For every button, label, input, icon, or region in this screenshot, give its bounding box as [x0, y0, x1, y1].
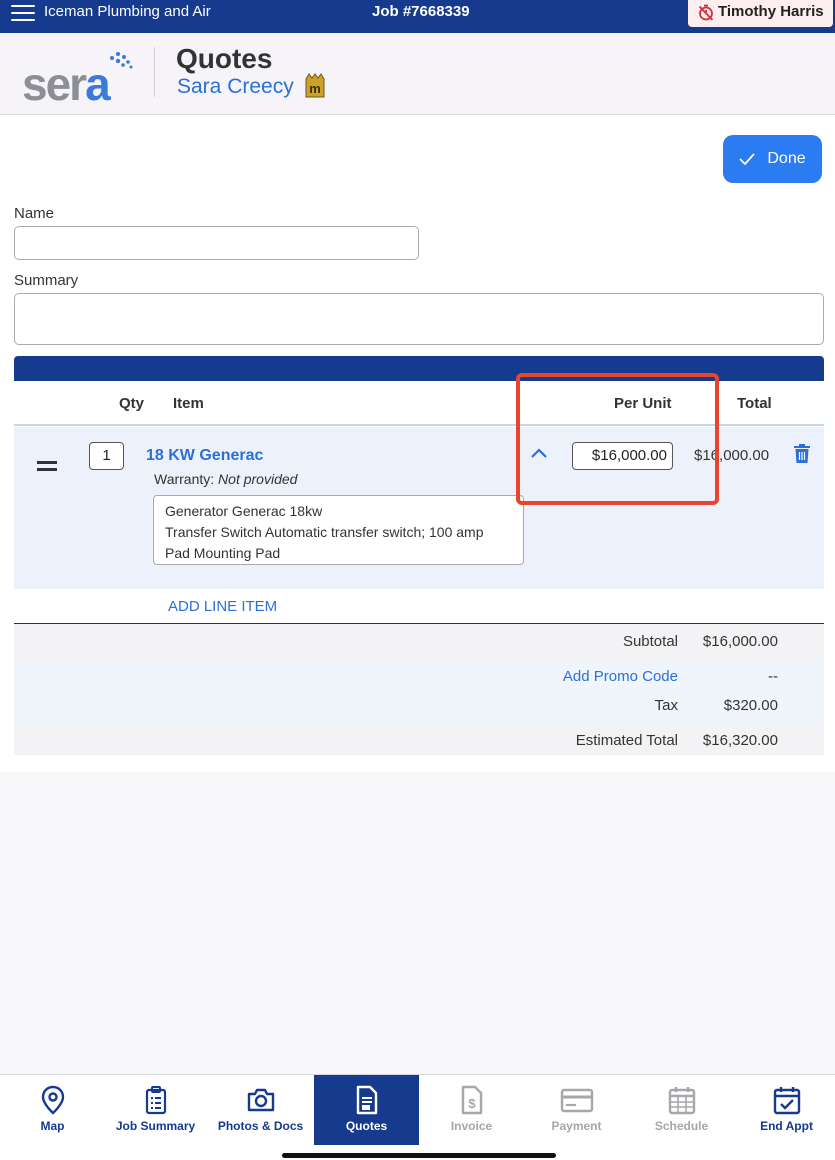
add-line-item-button[interactable]: ADD LINE ITEM	[168, 598, 277, 615]
nav-label: Job Summary	[115, 1119, 196, 1133]
estimated-total-value: $16,320.00	[702, 732, 778, 749]
description-line: Pad Mounting Pad	[165, 545, 281, 561]
bottom-nav: Map Job Summary Photos & Docs Quotes $ I…	[0, 1074, 835, 1160]
nav-quotes[interactable]: Quotes	[314, 1075, 419, 1145]
user-badge[interactable]: Timothy Harris	[688, 0, 833, 27]
logo-dots-icon	[110, 52, 133, 69]
table-row: 1 18 KW Generac Warranty: Not provided G…	[14, 427, 824, 589]
home-indicator	[282, 1153, 556, 1158]
company-name: Iceman Plumbing and Air	[44, 3, 211, 20]
nav-schedule[interactable]: Schedule	[629, 1075, 734, 1145]
nav-label: Photos & Docs	[217, 1119, 304, 1133]
warranty-value: Not provided	[218, 471, 298, 487]
column-per-unit: Per Unit	[614, 395, 672, 412]
name-label: Name	[14, 205, 55, 222]
chevron-up-icon[interactable]	[530, 447, 548, 459]
tax-value: $320.00	[723, 697, 778, 714]
tax-label: Tax	[654, 697, 678, 714]
document-icon	[356, 1085, 377, 1115]
camera-icon	[247, 1088, 274, 1112]
nav-label: End Appt	[760, 1119, 813, 1133]
nav-end-appt[interactable]: End Appt	[734, 1075, 835, 1145]
promo-tax-rows: Add Promo Code -- Tax $320.00	[14, 659, 824, 725]
map-pin-icon	[41, 1085, 64, 1115]
description-line: Generator Generac 18kw	[165, 503, 323, 519]
nav-invoice[interactable]: $ Invoice	[419, 1075, 524, 1145]
subtotal-row: Subtotal $16,000.00	[14, 624, 824, 659]
top-bar: Iceman Plumbing and Air Job #7668339 Tim…	[0, 0, 835, 33]
page-header: sera Quotes Sara Creecy m	[0, 33, 835, 115]
page-title: Quotes	[176, 43, 273, 74]
membership-badge-icon: m	[305, 73, 325, 98]
nav-label: Payment	[551, 1119, 602, 1133]
promo-value: --	[768, 668, 778, 685]
line-total: $16,000.00	[694, 447, 770, 464]
nav-label: Schedule	[654, 1119, 709, 1133]
column-item: Item	[173, 395, 204, 412]
table-header-bar	[14, 356, 824, 381]
nav-payment[interactable]: Payment	[524, 1075, 629, 1145]
column-qty: Qty	[119, 395, 145, 412]
nav-label: Invoice	[450, 1119, 493, 1133]
menu-icon[interactable]	[11, 5, 35, 21]
customer-name[interactable]: Sara Creecy	[177, 75, 294, 99]
qty-input[interactable]: 1	[89, 442, 124, 470]
table-header: Qty Item Per Unit Total	[14, 381, 824, 426]
subtotal-value: $16,000.00	[702, 633, 778, 650]
item-name-link[interactable]: 18 KW Generac	[146, 447, 263, 465]
card-icon	[560, 1088, 593, 1113]
done-label: Done	[767, 150, 806, 167]
estimated-total-label: Estimated Total	[575, 732, 678, 749]
drag-handle-icon[interactable]	[37, 461, 57, 475]
warranty-text: Warranty: Not provided	[154, 471, 297, 487]
add-line-row	[14, 589, 824, 623]
add-promo-code-link[interactable]: Add Promo Code	[563, 668, 678, 685]
nav-photos-docs[interactable]: Photos & Docs	[208, 1075, 313, 1145]
svg-text:m: m	[309, 81, 321, 96]
done-button[interactable]: Done	[723, 135, 822, 183]
user-name: Timothy Harris	[718, 3, 824, 20]
nav-map[interactable]: Map	[0, 1075, 105, 1145]
invoice-icon: $	[461, 1085, 482, 1115]
nav-job-summary[interactable]: Job Summary	[103, 1075, 208, 1145]
subtotal-label: Subtotal	[622, 633, 678, 650]
per-unit-price-input[interactable]: $16,000.00	[572, 442, 673, 470]
calendar-icon	[668, 1087, 695, 1115]
summary-input[interactable]	[14, 293, 824, 345]
estimated-total-row: Estimated Total $16,320.00	[14, 725, 824, 755]
calendar-check-icon	[773, 1087, 800, 1115]
job-number: Job #7668339	[372, 3, 470, 20]
timer-off-icon	[698, 4, 714, 21]
warranty-label: Warranty:	[154, 471, 215, 487]
nav-label: Quotes	[345, 1119, 388, 1133]
item-description[interactable]: Generator Generac 18kw Transfer Switch A…	[153, 495, 524, 565]
description-line: Transfer Switch Automatic transfer switc…	[165, 524, 484, 540]
logo-text: sera	[22, 58, 111, 110]
trash-icon[interactable]	[793, 444, 811, 464]
name-input[interactable]	[14, 226, 419, 260]
sera-logo: sera	[22, 51, 137, 110]
header-divider	[154, 47, 155, 97]
clipboard-icon	[145, 1086, 166, 1115]
column-total: Total	[737, 395, 772, 412]
summary-label: Summary	[14, 272, 79, 289]
check-icon	[739, 153, 756, 165]
svg-text:$: $	[468, 1096, 476, 1111]
nav-label: Map	[40, 1119, 65, 1133]
